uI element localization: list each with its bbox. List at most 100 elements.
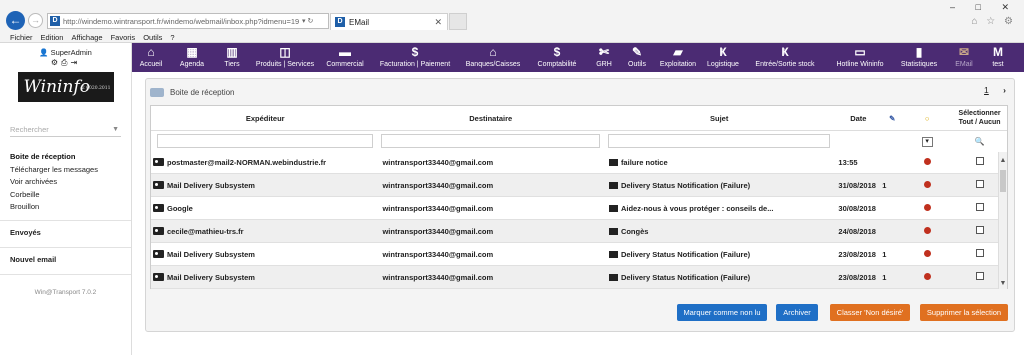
menu-favoris[interactable]: Favoris [111, 32, 136, 42]
nav-hotline-wininfo[interactable]: ▭ Hotline Wininfo [826, 43, 894, 72]
folder-drafts[interactable]: Brouillon [10, 201, 131, 214]
menu-help[interactable]: ? [170, 32, 174, 42]
scroll-down-icon[interactable]: ▼ [999, 280, 1007, 287]
nav-statistiques[interactable]: ▮ Statistiques [894, 43, 944, 72]
page-number[interactable]: 1 [984, 85, 989, 95]
table-scrollbar[interactable]: ▲ ▼ [998, 152, 1007, 289]
menu-fichier[interactable]: Fichier [10, 32, 33, 42]
nav-facturation-paiement[interactable]: $ Facturation | Paiement [370, 43, 460, 72]
row-subject[interactable]: Delivery Status Notification (Failure) [604, 273, 834, 282]
header-date[interactable]: Date [834, 114, 882, 123]
unread-dot-icon[interactable] [902, 272, 952, 282]
row-from[interactable]: Google [151, 204, 377, 213]
logout-icon[interactable]: ⇥ [70, 58, 80, 67]
row-subject[interactable]: Aidez-nous à vous protéger : conseils de… [604, 204, 834, 213]
nav-banques-caisses[interactable]: ⌂ Banques/Caisses [460, 43, 526, 72]
new-tab-button[interactable] [449, 13, 467, 30]
nav-commercial[interactable]: ▬ Commercial [320, 43, 370, 72]
nav-outils[interactable]: ✎ Outils [620, 43, 654, 72]
table-row[interactable]: postmaster@mail2-NORMAN.webindustrie.fr w… [151, 151, 1007, 174]
nav-produits-services[interactable]: ◫ Produits | Services [250, 43, 320, 72]
mark-spam-button[interactable]: Classer 'Non désiré' [830, 304, 910, 321]
folder-trash[interactable]: Corbeille [10, 189, 131, 202]
select-checkbox[interactable] [975, 272, 984, 280]
subject-text: Delivery Status Notification (Failure) [620, 180, 751, 190]
header-subject[interactable]: Sujet [604, 114, 834, 123]
select-checkbox[interactable] [975, 157, 984, 165]
row-to[interactable]: wintransport33440@gmail.com [377, 158, 603, 167]
header-select[interactable]: Sélectionner Tout / Aucun [952, 109, 1007, 127]
folder-sent[interactable]: Envoyés [0, 221, 131, 237]
menu-affichage[interactable]: Affichage [71, 32, 102, 42]
refresh-icon[interactable]: ▾ ↻ [302, 17, 313, 25]
menu-outils[interactable]: Outils [143, 32, 162, 42]
folder-inbox[interactable]: Boite de réception [10, 151, 131, 164]
row-subject[interactable]: Delivery Status Notification (Failure) [604, 250, 834, 259]
delete-selection-button[interactable]: Supprimer la sélection [920, 304, 1008, 321]
row-to[interactable]: wintransport33440@gmail.com [377, 181, 603, 190]
browser-toolbar-icons[interactable]: ⌂ ☆ ⚙ [971, 16, 1016, 27]
unread-dot-icon[interactable] [902, 203, 952, 213]
table-row[interactable]: Google wintransport33440@gmail.com Aidez-n… [151, 197, 1007, 220]
row-from[interactable]: postmaster@mail2-NORMAN.webindustrie.fr [151, 158, 377, 167]
new-email-link[interactable]: Nouvel email [0, 248, 131, 264]
nav-comptabilit-[interactable]: $ Comptabilité [526, 43, 588, 72]
menu-edition[interactable]: Edition [41, 32, 64, 42]
table-row[interactable]: Mail Delivery Subsystem wintransport33440… [151, 174, 1007, 197]
settings-icon[interactable]: ⚙ [51, 58, 61, 67]
url-text[interactable]: http://windemo.wintransport.fr/windemo/w… [63, 17, 299, 26]
address-bar[interactable]: D http://windemo.wintransport.fr/windemo… [47, 13, 329, 29]
filter-to-input[interactable] [381, 134, 600, 148]
nav-test[interactable]: Mtest [984, 43, 1012, 72]
table-row[interactable]: Mail Delivery Subsystem wintransport33440… [151, 243, 1007, 266]
row-from[interactable]: Mail Delivery Subsystem [151, 181, 377, 190]
unread-dot-icon[interactable] [902, 249, 952, 259]
nav-tiers[interactable]: ▥ Tiers [214, 43, 250, 72]
mark-unread-button[interactable]: Marquer comme non lu [677, 304, 767, 321]
row-subject[interactable]: failure notice [604, 158, 834, 167]
folder-archived[interactable]: Voir archivées [10, 176, 131, 189]
select-checkbox[interactable] [975, 249, 984, 257]
header-to[interactable]: Destinataire [377, 114, 603, 123]
nav-exploitation[interactable]: ▰ Exploitation [654, 43, 702, 72]
row-to[interactable]: wintransport33440@gmail.com [377, 273, 603, 282]
table-row[interactable]: cecile@mathieu-trs.fr wintransport33440@g… [151, 220, 1007, 243]
unread-dot-icon[interactable] [902, 180, 952, 190]
filter-from-input[interactable] [157, 134, 374, 148]
nav-logistique[interactable]: Ҝ Logistique [702, 43, 744, 72]
back-icon[interactable]: ← [6, 11, 25, 30]
row-from[interactable]: cecile@mathieu-trs.fr [151, 227, 377, 236]
nav-entr-e-sortie-stock[interactable]: Ҝ Entrée/Sortie stock [744, 43, 826, 72]
nav-agenda[interactable]: ▦ Agenda [170, 43, 214, 72]
scroll-up-icon[interactable]: ▲ [999, 157, 1007, 164]
header-from[interactable]: Expéditeur [151, 114, 377, 123]
close-tab-icon[interactable]: ✕ [434, 17, 442, 28]
search-icon[interactable]: 🔍 [952, 137, 1007, 146]
unread-dot-icon[interactable] [902, 226, 952, 236]
row-subject[interactable]: Congès [604, 227, 834, 236]
select-checkbox[interactable] [975, 203, 984, 211]
row-to[interactable]: wintransport33440@gmail.com [377, 204, 603, 213]
search-select[interactable]: Rechercher ▼ [10, 123, 121, 137]
next-page-icon[interactable]: › [1003, 85, 1006, 95]
filter-subject-input[interactable] [607, 134, 831, 148]
row-from[interactable]: Mail Delivery Subsystem [151, 273, 377, 282]
select-checkbox[interactable] [975, 226, 984, 234]
window-controls[interactable]: – □ ✕ [950, 2, 1018, 13]
unread-dot-icon[interactable] [902, 157, 952, 167]
row-to[interactable]: wintransport33440@gmail.com [377, 250, 603, 259]
table-row[interactable]: Mail Delivery Subsystem wintransport33440… [151, 266, 1007, 289]
archive-button[interactable]: Archiver [776, 304, 818, 321]
folder-download[interactable]: Télécharger les messages [10, 164, 131, 177]
nav-email[interactable]: ✉ EMail [944, 43, 984, 72]
select-checkbox[interactable] [975, 180, 984, 188]
filter-dropdown[interactable]: ▾ [921, 136, 933, 147]
browser-tab[interactable]: D EMail ✕ [330, 13, 448, 30]
forward-icon[interactable]: → [28, 13, 43, 28]
row-from[interactable]: Mail Delivery Subsystem [151, 250, 377, 259]
row-subject[interactable]: Delivery Status Notification (Failure) [604, 181, 834, 190]
scroll-thumb[interactable] [1000, 170, 1006, 192]
nav-accueil[interactable]: ⌂ Accueil [132, 43, 170, 72]
nav-grh[interactable]: ✄ GRH [588, 43, 620, 72]
row-to[interactable]: wintransport33440@gmail.com [377, 227, 603, 236]
